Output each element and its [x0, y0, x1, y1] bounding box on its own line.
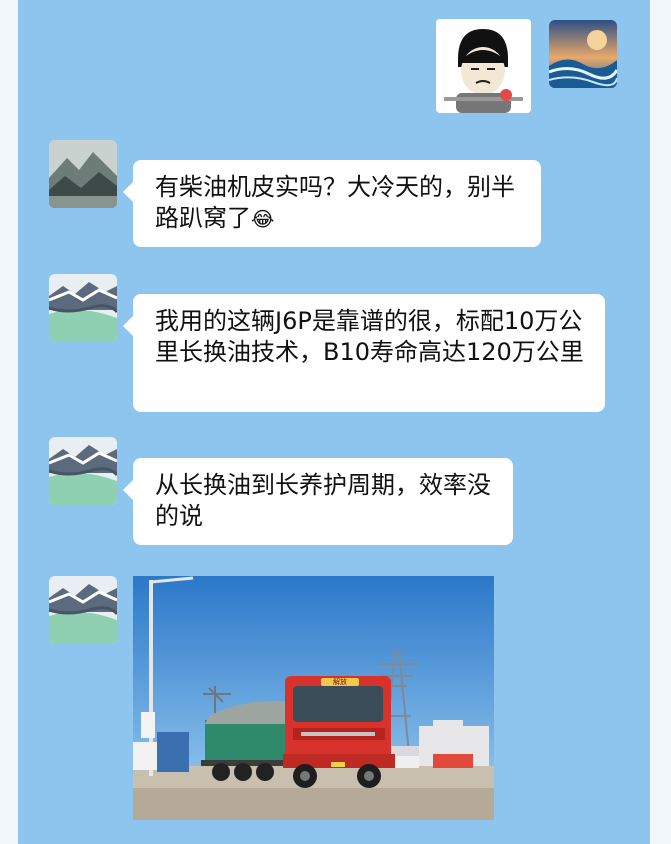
truck-photo-message[interactable]: 解放	[133, 576, 494, 820]
self-avatar[interactable]	[549, 20, 617, 88]
message-text: 有柴油机皮实吗？大冷天的，别半路趴窝了	[155, 173, 515, 232]
truck-cab-text: 解放	[333, 677, 347, 686]
message-bubble[interactable]: 我用的这辆J6P是靠谱的很，标配10万公里长换油技术，B10寿命高达120万公里	[123, 294, 605, 412]
message-text: 从长换油到长养护周期，效率没的说	[155, 471, 491, 530]
message-bubble[interactable]: 有柴油机皮实吗？大冷天的，别半路趴窝了😂	[123, 160, 541, 247]
sender-avatar-lake[interactable]	[49, 576, 117, 644]
message-text: 我用的这辆J6P是靠谱的很，标配10万公里长换油技术，B10寿命高达120万公里	[155, 307, 584, 366]
message-bubble[interactable]: 从长换油到长养护周期，效率没的说	[123, 458, 513, 545]
chat-view: 有柴油机皮实吗？大冷天的，别半路趴窝了😂 我用的这辆J6P是靠谱的很，标配10万…	[18, 0, 650, 844]
meme-sticker[interactable]	[436, 19, 531, 113]
sender-avatar-lake[interactable]	[49, 274, 117, 342]
sender-avatar-mountain[interactable]	[49, 140, 117, 208]
sender-avatar-lake[interactable]	[49, 437, 117, 505]
laughing-emoji-icon: 😂	[251, 207, 275, 231]
